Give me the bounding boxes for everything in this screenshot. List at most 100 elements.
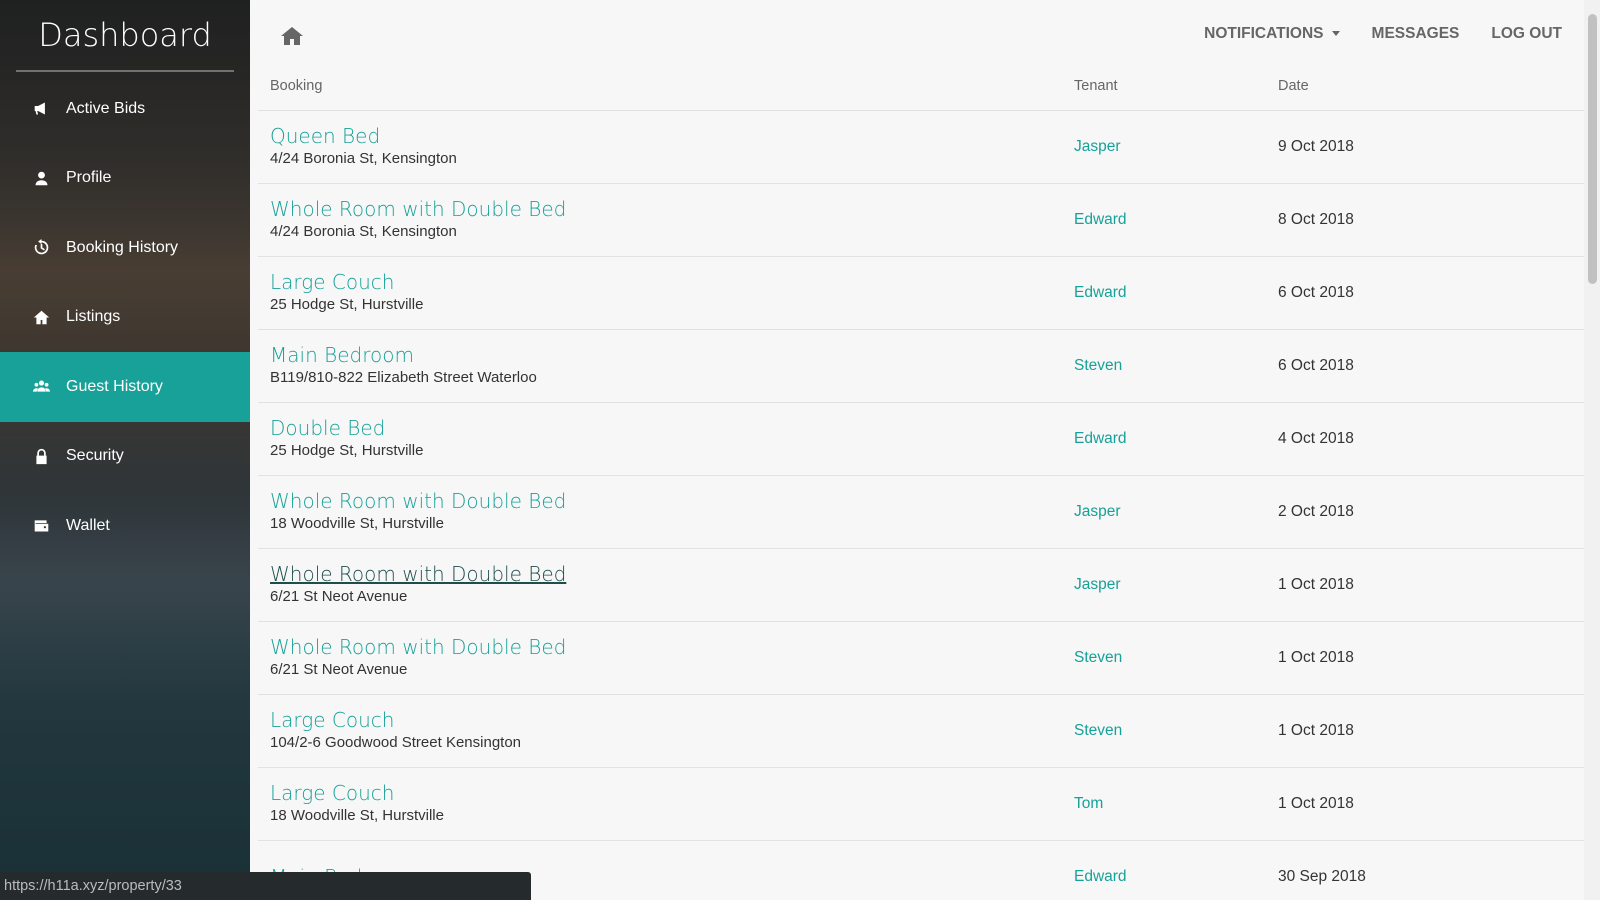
home-icon[interactable]	[280, 24, 304, 48]
tenant-link[interactable]: Jasper	[1074, 576, 1121, 593]
tenant-cell: Edward	[1074, 183, 1278, 256]
sidebar-item-guest-history[interactable]: Guest History	[0, 352, 250, 422]
booking-title-link[interactable]: Large Couch	[270, 781, 1074, 805]
tenant-link[interactable]: Jasper	[1074, 503, 1121, 520]
booking-cell: Double Bed 25 Hodge St, Hurstville	[258, 402, 1074, 475]
tenant-link[interactable]: Edward	[1074, 284, 1127, 301]
booking-title-link[interactable]: Whole Room with Double Bed	[270, 635, 1074, 659]
tenant-link[interactable]: Steven	[1074, 649, 1122, 666]
tenant-cell: Steven	[1074, 694, 1278, 767]
booking-cell: Large Couch 104/2-6 Goodwood Street Kensi…	[258, 694, 1074, 767]
booking-cell: Main Bedroom B119/810-822 Elizabeth Stree…	[258, 329, 1074, 402]
sidebar-item-security[interactable]: Security	[0, 422, 250, 492]
sidebar-item-label: Booking History	[66, 238, 179, 256]
page-scrollbar[interactable]	[1584, 0, 1600, 900]
users-icon	[32, 378, 50, 396]
tenant-link[interactable]: Steven	[1074, 722, 1122, 739]
booking-address: 18 Woodville St, Hurstville	[270, 514, 444, 532]
user-icon	[32, 169, 50, 187]
tenant-cell: Steven	[1074, 621, 1278, 694]
table-row: Whole Room with Double Bed 4/24 Boronia S…	[258, 183, 1586, 256]
booking-cell: Whole Room with Double Bed 4/24 Boronia S…	[258, 183, 1074, 256]
history-icon	[32, 239, 50, 257]
date-cell: 1 Oct 2018	[1278, 767, 1586, 840]
table-row: Main Bedroom B119/810-822 Elizabeth Stree…	[258, 329, 1586, 402]
booking-address: 6/21 St Neot Avenue	[270, 587, 408, 605]
sidebar: Dashboard Active Bids Profile Booking Hi…	[0, 0, 250, 900]
booking-address: B119/810-822 Elizabeth Street Waterloo	[270, 368, 537, 386]
wallet-icon	[32, 517, 50, 535]
table-row: Large Couch 25 Hodge St, Hurstville Edward…	[258, 256, 1586, 329]
sidebar-item-label: Profile	[66, 169, 112, 187]
tenant-link[interactable]: Tom	[1074, 795, 1103, 812]
booking-cell: Queen Bed 4/24 Boronia St, Kensington	[258, 110, 1074, 183]
date-cell: 1 Oct 2018	[1278, 694, 1586, 767]
messages-link[interactable]: MESSAGES	[1372, 25, 1460, 43]
table-row: Whole Room with Double Bed 6/21 St Neot A…	[258, 548, 1586, 621]
top-nav-links: NOTIFICATIONS MESSAGES LOG OUT	[1204, 25, 1562, 43]
caret-down-icon	[1331, 31, 1340, 37]
tenant-cell: Edward	[1074, 402, 1278, 475]
date-cell: 30 Sep 2018	[1278, 840, 1586, 900]
date-cell: 1 Oct 2018	[1278, 548, 1586, 621]
notifications-label: NOTIFICATIONS	[1204, 25, 1324, 42]
booking-title-link[interactable]: Double Bed	[270, 416, 1074, 440]
tenant-cell: Edward	[1074, 256, 1278, 329]
column-header-date: Date	[1278, 72, 1586, 111]
date-cell: 4 Oct 2018	[1278, 402, 1586, 475]
booking-address: 104/2-6 Goodwood Street Kensington	[270, 733, 522, 751]
date-cell: 6 Oct 2018	[1278, 256, 1586, 329]
tenant-link[interactable]: Steven	[1074, 357, 1122, 374]
sidebar-item-wallet[interactable]: Wallet	[0, 491, 250, 561]
logout-link[interactable]: LOG OUT	[1491, 25, 1562, 43]
tenant-link[interactable]: Edward	[1074, 430, 1127, 447]
booking-title-link[interactable]: Whole Room with Double Bed	[270, 489, 1074, 513]
sidebar-item-label: Guest History	[66, 377, 163, 395]
tenant-link[interactable]: Edward	[1074, 868, 1127, 885]
booking-address: 4/24 Boronia St, Kensington	[270, 222, 457, 240]
sidebar-item-label: Listings	[66, 308, 121, 326]
booking-date: 2 Oct 2018	[1278, 502, 1354, 520]
lock-icon	[32, 447, 50, 465]
column-header-tenant: Tenant	[1074, 72, 1278, 111]
booking-date: 9 Oct 2018	[1278, 137, 1354, 155]
booking-title-link[interactable]: Whole Room with Double Bed	[270, 562, 1074, 586]
booking-address: 6/21 St Neot Avenue	[270, 660, 408, 678]
sidebar-item-active-bids[interactable]: Active Bids	[0, 74, 250, 144]
date-cell: 8 Oct 2018	[1278, 183, 1586, 256]
date-cell: 2 Oct 2018	[1278, 475, 1586, 548]
sidebar-item-label: Active Bids	[66, 99, 146, 117]
tenant-cell: Edward	[1074, 840, 1278, 900]
top-navbar: NOTIFICATIONS MESSAGES LOG OUT	[250, 0, 1584, 72]
booking-date: 1 Oct 2018	[1278, 648, 1354, 666]
booking-title-link[interactable]: Main Bedroom	[270, 343, 1074, 367]
booking-address: 25 Hodge St, Hurstville	[270, 441, 424, 459]
notifications-dropdown[interactable]: NOTIFICATIONS	[1204, 25, 1340, 43]
scrollbar-thumb[interactable]	[1588, 14, 1597, 284]
table-row: Large Couch 18 Woodville St, Hurstville To…	[258, 767, 1586, 840]
booking-title-link[interactable]: Large Couch	[270, 270, 1074, 294]
booking-date: 8 Oct 2018	[1278, 210, 1354, 228]
booking-cell: Large Couch 18 Woodville St, Hurstville	[258, 767, 1074, 840]
tenant-cell: Jasper	[1074, 548, 1278, 621]
booking-title-link[interactable]: Whole Room with Double Bed	[270, 197, 1074, 221]
sidebar-item-booking-history[interactable]: Booking History	[0, 213, 250, 283]
sidebar-item-listings[interactable]: Listings	[0, 283, 250, 353]
booking-date: 30 Sep 2018	[1278, 867, 1366, 885]
table-body: Queen Bed 4/24 Boronia St, Kensington Jasp…	[258, 110, 1586, 900]
booking-cell: Whole Room with Double Bed 6/21 St Neot A…	[258, 548, 1074, 621]
sidebar-item-profile[interactable]: Profile	[0, 144, 250, 214]
sidebar-nav: Active Bids Profile Booking History List…	[0, 74, 250, 561]
booking-title-link[interactable]: Large Couch	[270, 708, 1074, 732]
booking-cell: Whole Room with Double Bed 18 Woodville S…	[258, 475, 1074, 548]
table-row: Queen Bed 4/24 Boronia St, Kensington Jasp…	[258, 110, 1586, 183]
booking-title-link[interactable]: Queen Bed	[270, 124, 1074, 148]
tenant-link[interactable]: Edward	[1074, 211, 1127, 228]
tenant-link[interactable]: Jasper	[1074, 138, 1121, 155]
booking-date: 6 Oct 2018	[1278, 356, 1354, 374]
table-row: Whole Room with Double Bed 18 Woodville S…	[258, 475, 1586, 548]
date-cell: 1 Oct 2018	[1278, 621, 1586, 694]
booking-date: 4 Oct 2018	[1278, 429, 1354, 447]
table-row: Large Couch 104/2-6 Goodwood Street Kensi…	[258, 694, 1586, 767]
date-cell: 6 Oct 2018	[1278, 329, 1586, 402]
